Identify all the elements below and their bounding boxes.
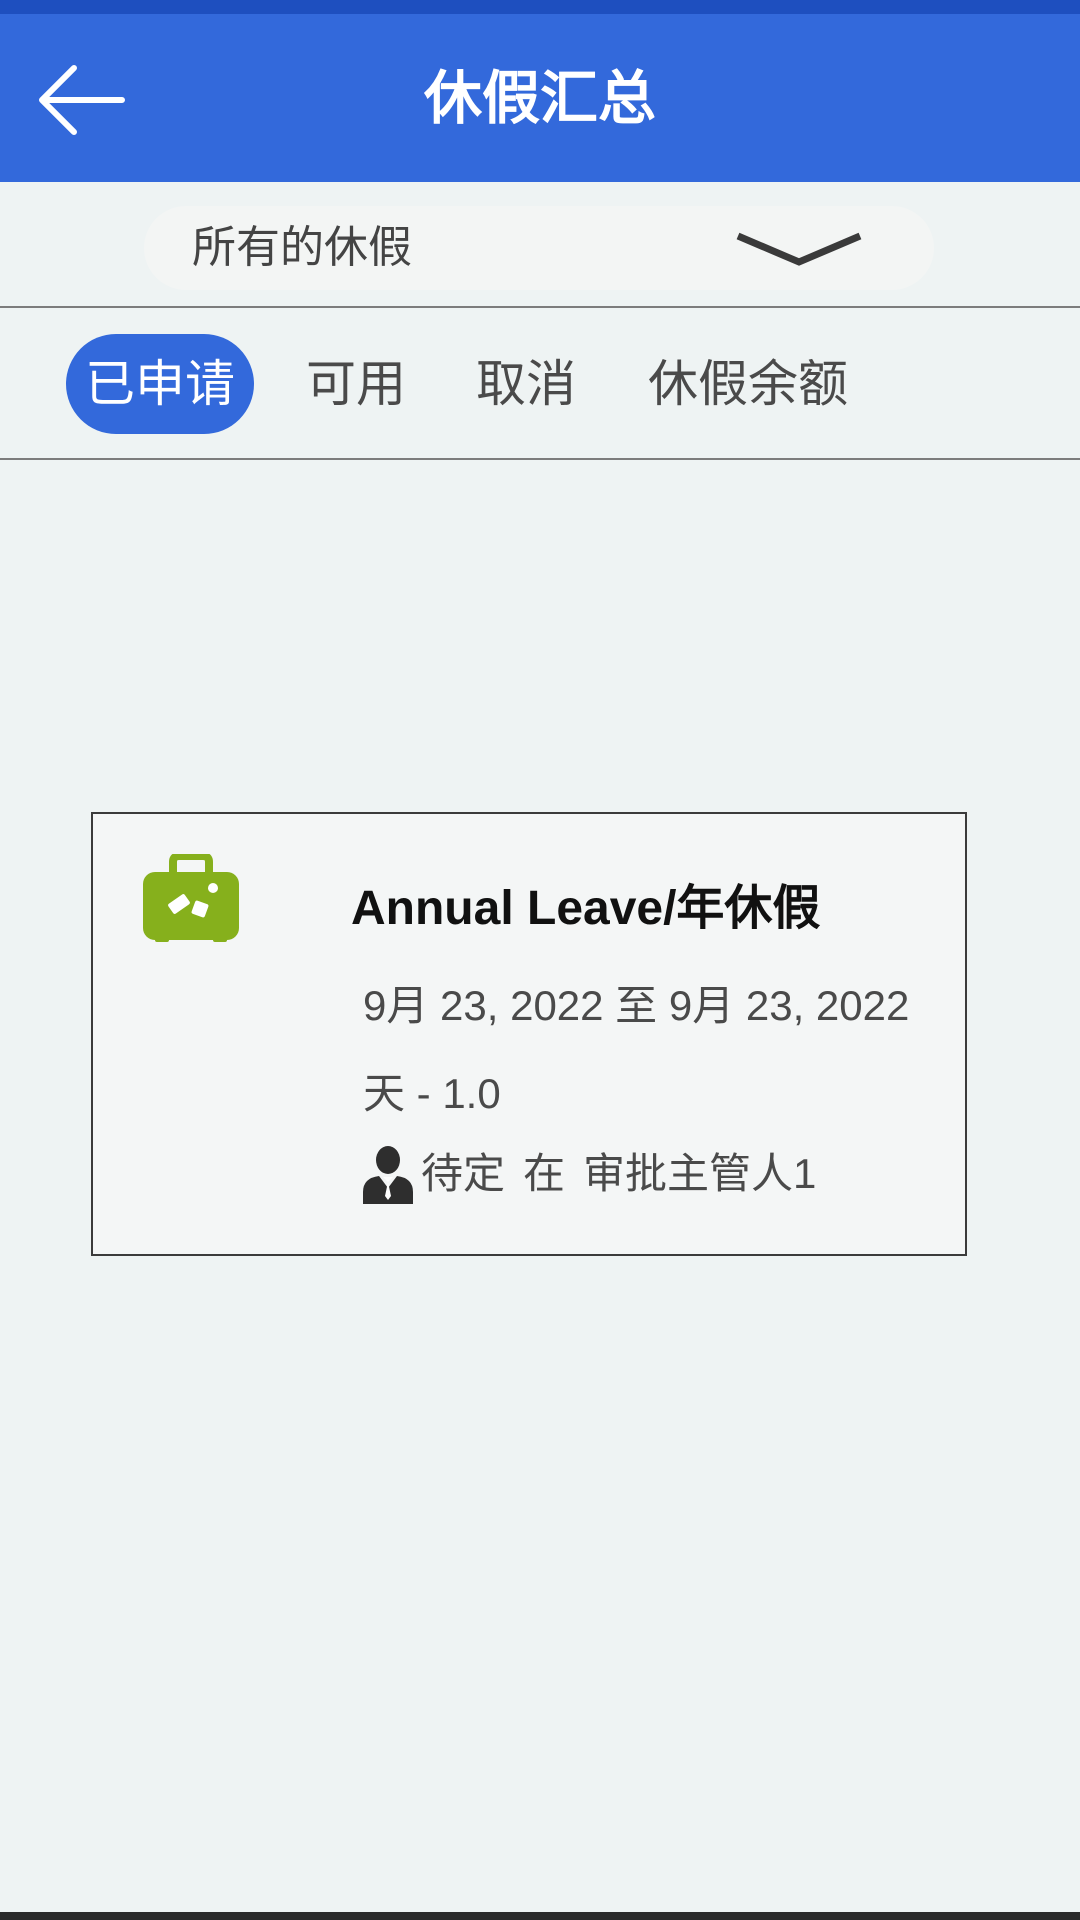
bottom-edge xyxy=(0,1912,1080,1920)
leave-days: 天 - 1.0 xyxy=(363,1070,501,1117)
status-label: 待定 xyxy=(421,1150,506,1197)
tab-available[interactable]: 可用 xyxy=(306,334,406,434)
approver-name: 审批主管人1 xyxy=(583,1150,817,1197)
leave-card[interactable]: Annual Leave/年休假 9月 23, 2022 至 9月 23, 20… xyxy=(91,812,967,1256)
suitcase-icon xyxy=(143,854,239,944)
page-title: 休假汇总 xyxy=(423,64,656,132)
filter-area: 所有的休假 xyxy=(0,182,1080,306)
leave-filter-value: 所有的休假 xyxy=(192,222,412,273)
status-connector: 在 xyxy=(523,1150,566,1197)
tab-bar: 已申请 可用 取消 休假余额 xyxy=(0,308,1080,458)
tab-applied[interactable]: 已申请 xyxy=(66,334,254,434)
divider xyxy=(0,458,1080,460)
status-bar xyxy=(0,0,1080,14)
leave-dates: 9月 23, 2022 至 9月 23, 2022 xyxy=(363,982,910,1029)
arrow-left-icon xyxy=(39,65,125,135)
chevron-down-icon xyxy=(734,224,864,274)
approval-status: 待定在审批主管人1 xyxy=(421,1142,834,1206)
tab-leave-balance[interactable]: 休假余额 xyxy=(648,334,848,434)
leave-type: Annual Leave/年休假 xyxy=(351,882,821,935)
leave-filter-dropdown[interactable]: 所有的休假 xyxy=(144,206,934,290)
back-button[interactable] xyxy=(30,50,130,150)
app-bar: 休假汇总 xyxy=(0,14,1080,182)
tab-cancelled[interactable]: 取消 xyxy=(476,334,576,434)
person-icon xyxy=(361,1144,415,1204)
